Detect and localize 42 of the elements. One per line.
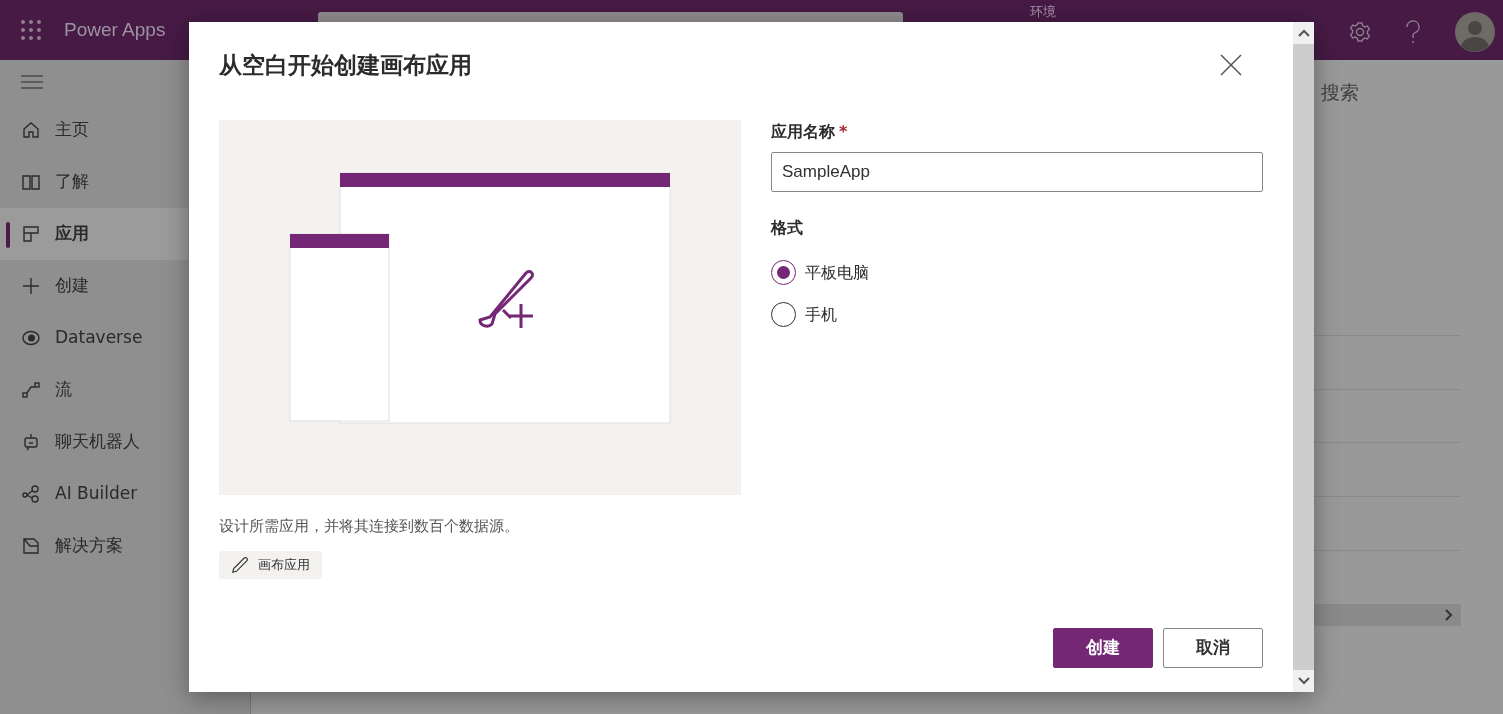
app-launcher-icon[interactable] [20,19,42,41]
sidebar-item[interactable]: 主页 [0,104,188,156]
required-mark: * [839,121,848,141]
search-label: 搜索 [1321,80,1359,105]
sidebar-item[interactable]: 了解 [0,156,188,208]
sidebar-item[interactable]: Dataverse [0,312,188,364]
menu-icon[interactable] [21,74,43,90]
settings-icon[interactable] [1349,21,1371,43]
robot-icon [21,432,41,452]
sidebar-item[interactable]: 聊天机器人 [0,416,188,468]
close-button[interactable] [1219,52,1243,76]
avatar[interactable] [1455,12,1495,52]
sidebar-item[interactable]: 应用 [0,208,188,260]
sidebar-item[interactable]: 创建 [0,260,188,312]
canvas-app-tag: 画布应用 [219,551,322,579]
dialog-title: 从空白开始创建画布应用 [219,52,472,80]
solution-icon [21,536,41,556]
sidebar-item[interactable]: 流 [0,364,188,416]
description-text: 设计所需应用，并将其连接到数百个数据源。 [219,515,520,537]
nodes-icon [21,484,41,504]
sidebar-item[interactable]: 解决方案 [0,520,188,572]
scroll-up-icon[interactable] [1297,29,1310,37]
scroll-down-icon[interactable] [1297,677,1310,685]
section-label: 格式 [771,216,803,239]
book-icon [21,172,41,192]
field-label: 应用名称 [771,121,835,141]
radio-label[interactable]: 平板电脑 [805,260,869,285]
create-button[interactable]: 创建 [1053,628,1153,668]
app-name: Power Apps [64,17,166,42]
flow-icon [21,380,41,400]
environment-label: 环境 [1030,4,1056,20]
app-name-field[interactable]: SampleApp [771,151,1263,192]
brush-icon [231,555,249,574]
radio-label[interactable]: 手机 [805,302,837,327]
home-icon [21,120,41,140]
app-grid-icon [21,224,41,244]
sidebar-item[interactable]: AI Builder [0,468,188,520]
swirl-icon [21,328,41,348]
chevron-right-icon[interactable] [1445,609,1453,621]
cancel-button[interactable]: 取消 [1163,628,1263,668]
plus-icon [21,276,41,296]
help-icon[interactable] [1405,20,1421,44]
